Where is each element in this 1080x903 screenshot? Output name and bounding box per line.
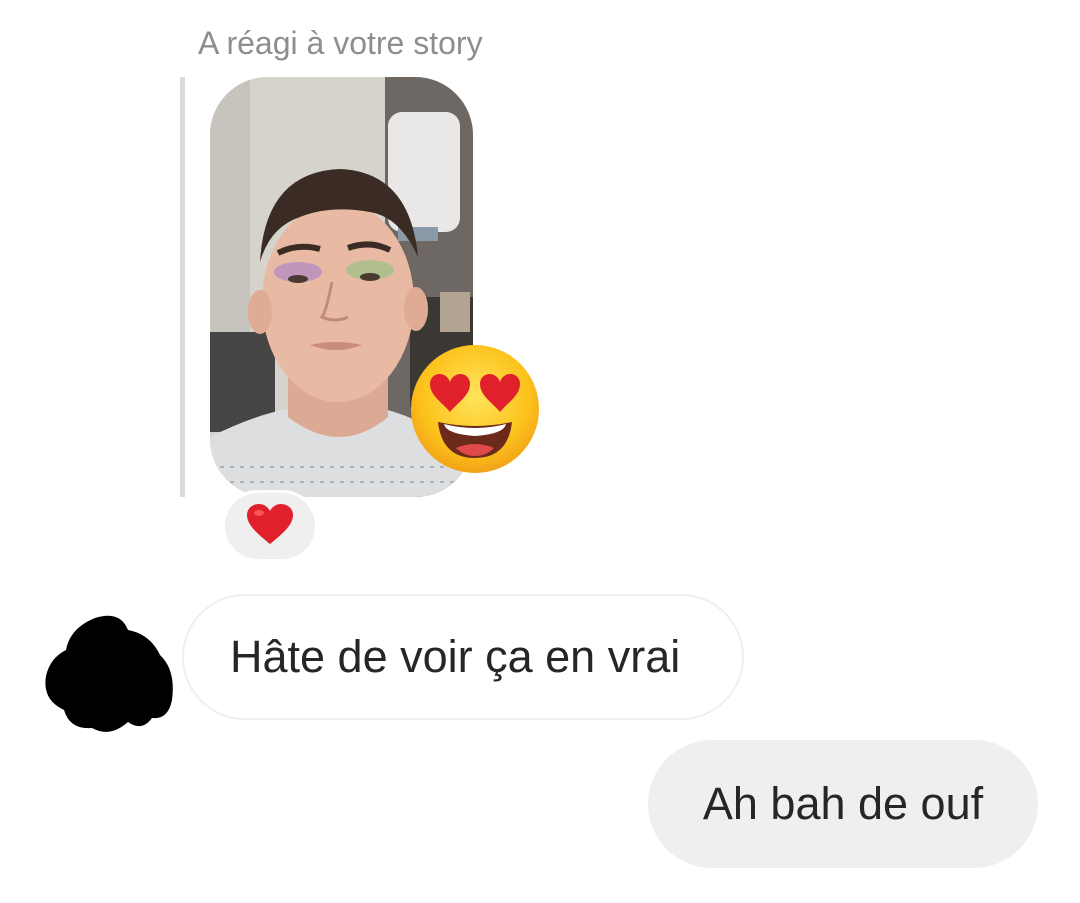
red-heart-icon (245, 502, 295, 551)
message-text: Hâte de voir ça en vrai (230, 631, 681, 682)
heart-reaction-badge[interactable] (222, 490, 318, 562)
message-text: Ah bah de ouf (702, 778, 984, 829)
incoming-message-bubble[interactable]: Hâte de voir ça en vrai (182, 594, 744, 720)
story-reply-caption: A réagi à votre story (198, 25, 483, 61)
outgoing-message-bubble[interactable]: Ah bah de ouf (648, 740, 1038, 868)
heart-eyes-emoji-icon (408, 342, 542, 476)
story-reply-rule (180, 77, 185, 497)
avatar[interactable] (40, 610, 180, 740)
